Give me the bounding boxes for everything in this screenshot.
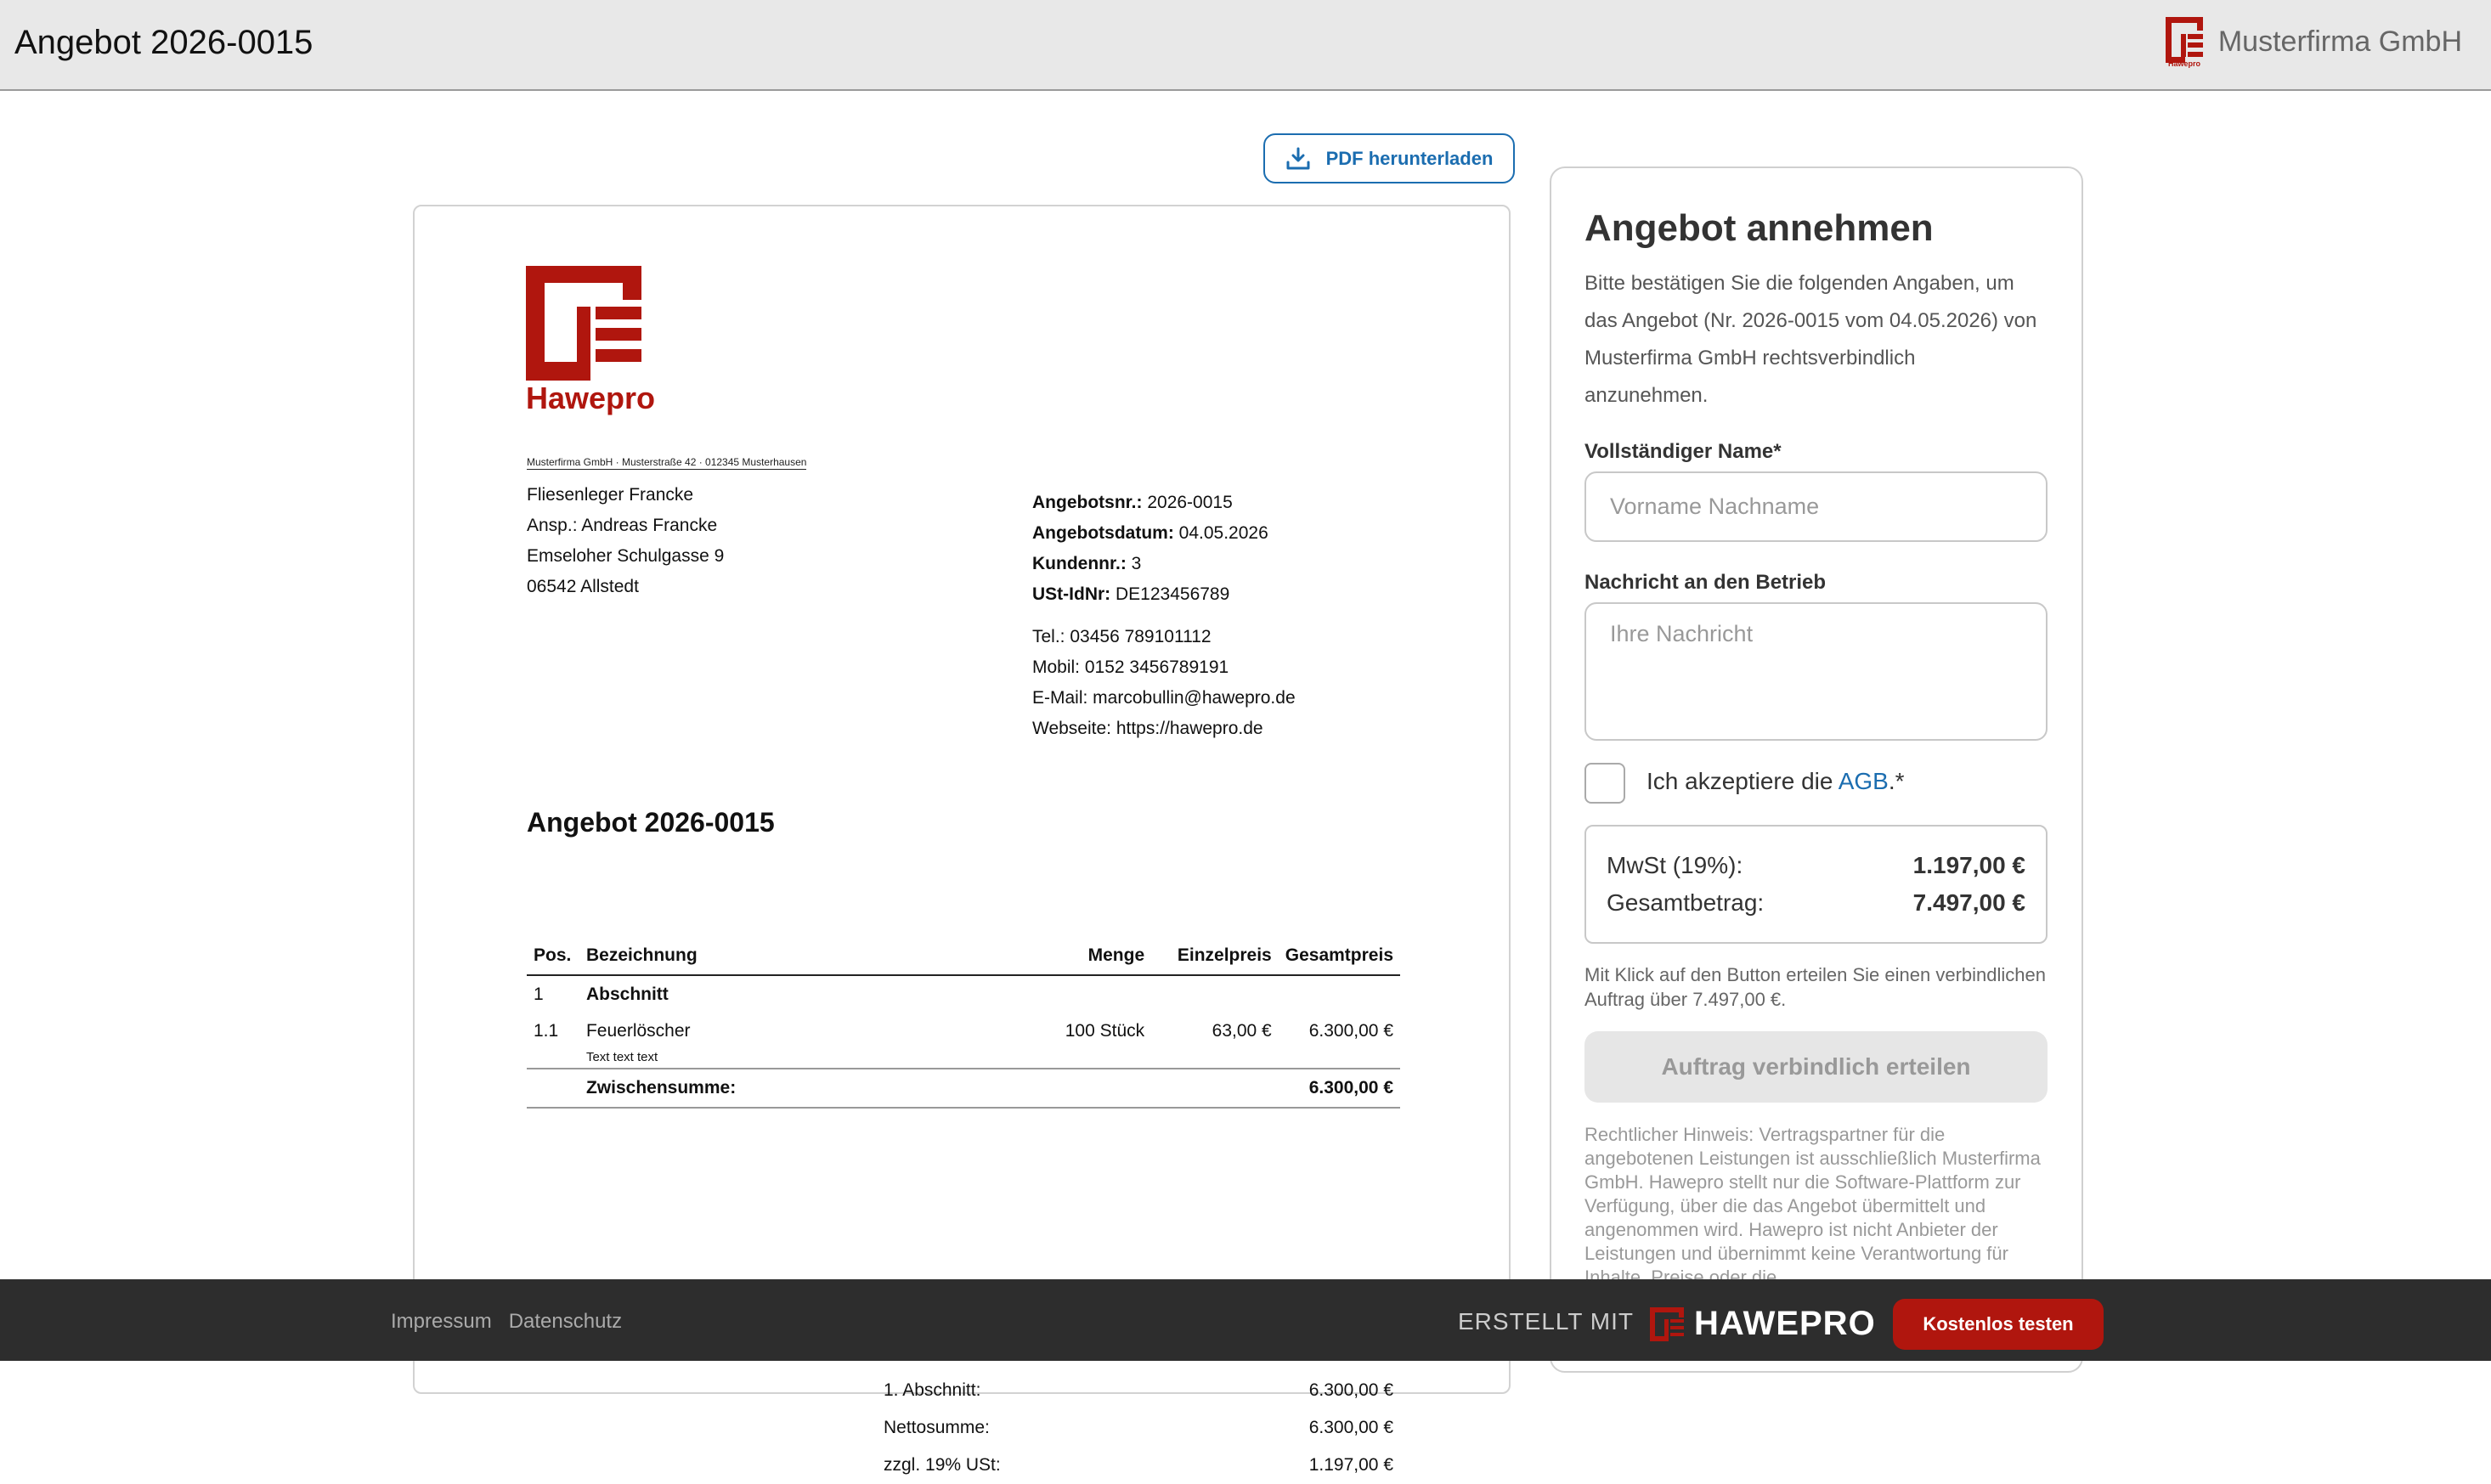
recipient-address: Fliesenleger Francke Ansp.: Andreas Fran… <box>527 480 724 602</box>
row-pos: 1 <box>534 984 544 1004</box>
message-label: Nachricht an den Betrieb <box>1584 571 1827 594</box>
datenschutz-link[interactable]: Datenschutz <box>509 1310 622 1334</box>
row-pos: 1.1 <box>534 1021 559 1041</box>
meta-label: Angebotsnr.: <box>1032 493 1143 512</box>
meta-label: Kundennr.: <box>1032 554 1127 573</box>
contact-line: Tel.: 03456 789101112 <box>1032 627 1212 646</box>
col-header-total-price: Gesamtpreis <box>1278 937 1400 976</box>
total-row: Gesamtbetrag: 7.497,00 € <box>1607 884 2025 922</box>
subtotal-value: 6.300,00 € <box>1278 1068 1400 1109</box>
totals-value: 6.300,00 € <box>1308 1380 1393 1400</box>
submit-order-button[interactable]: Auftrag verbindlich erteilen <box>1584 1031 2048 1103</box>
agb-suffix: .* <box>1888 768 1905 794</box>
meta-row: Angebotsdatum: 04.05.2026 <box>1032 518 1268 549</box>
vat-value: 1.197,00 € <box>1912 852 2025 878</box>
totals-value: 6.300,00 € <box>1308 1418 1393 1437</box>
company-brand: Hawepro Musterfirma GmbH <box>2162 15 2462 68</box>
offer-meta: Angebotsnr.: 2026-0015 Angebotsdatum: 04… <box>1032 488 1268 610</box>
totals-label: 1. Abschnitt: <box>884 1380 981 1400</box>
col-header-unit-price: Einzelpreis <box>1151 937 1279 976</box>
recipient-line: Fliesenleger Francke <box>527 485 694 505</box>
meta-value: 04.05.2026 <box>1178 523 1268 543</box>
totals-row: Nettosumme: 6.300,00 € <box>884 1409 1400 1447</box>
footer-links: Impressum Datenschutz <box>391 1310 622 1334</box>
vat-row: MwSt (19%): 1.197,00 € <box>1607 847 2025 884</box>
accept-offer-panel: Angebot annehmen Bitte bestätigen Sie di… <box>1550 166 2083 1373</box>
contact-line: Webseite: https://hawepro.de <box>1032 719 1263 738</box>
name-label: Vollständiger Name* <box>1584 440 1782 463</box>
binding-order-notice: Mit Klick auf den Button erteilen Sie ei… <box>1584 964 2046 1010</box>
sender-line: Musterfirma GmbH · Musterstraße 42 · 012… <box>527 456 807 470</box>
download-icon <box>1286 147 1310 169</box>
hawepro-logo-icon <box>526 266 641 381</box>
totals-block: 1. Abschnitt: 6.300,00 € Nettosumme: 6.300… <box>884 1372 1400 1484</box>
panel-intro: Bitte bestätigen Sie die folgenden Angab… <box>1584 272 2037 407</box>
meta-row: Kundennr.: 3 <box>1032 549 1268 579</box>
contact-line: E-Mail: marcobullin@hawepro.de <box>1032 688 1296 708</box>
row-unit-price: 63,00 € <box>1212 1021 1272 1041</box>
total-value: 7.497,00 € <box>1912 889 2025 916</box>
row-qty: 100 Stück <box>1065 1021 1145 1041</box>
totals-row: 1. Abschnitt: 6.300,00 € <box>884 1372 1400 1409</box>
row-total-price: 6.300,00 € <box>1308 1021 1393 1041</box>
footer: Impressum Datenschutz ERSTELLT MIT HAWEP… <box>0 1279 2491 1361</box>
subtotal-row: Zwischensumme: 6.300,00 € <box>527 1068 1400 1109</box>
page-title: Angebot 2026-0015 <box>14 24 313 61</box>
row-note: Text text text <box>585 1050 658 1064</box>
totals-label: Nettosumme: <box>884 1418 990 1437</box>
table-row-note: Text text text <box>527 1050 1400 1069</box>
vat-label: MwSt (19%): <box>1607 852 1743 878</box>
col-header-pos: Pos. <box>527 937 579 976</box>
table-row: 1 Abschnitt <box>527 975 1400 1013</box>
meta-value: 2026-0015 <box>1147 493 1233 512</box>
made-with-label: ERSTELLT MIT <box>1458 1308 1635 1334</box>
col-header-qty: Menge <box>1016 937 1152 976</box>
company-name: Musterfirma GmbH <box>2217 25 2462 58</box>
hawepro-footer-wordmark: HAWEPRO <box>1694 1305 1876 1342</box>
hawepro-footer-brand[interactable]: HAWEPRO <box>1650 1305 1876 1343</box>
meta-value: 3 <box>1131 554 1142 573</box>
contact-line: Mobil: 0152 3456789191 <box>1032 657 1229 677</box>
pdf-download-label: PDF herunterladen <box>1325 147 1494 169</box>
totals-row: zzgl. 19% USt: 1.197,00 € <box>884 1447 1400 1484</box>
company-logo-caption: Hawepro <box>2168 59 2201 68</box>
row-desc: Feuerlöscher <box>585 1021 691 1041</box>
positions-table: Pos. Bezeichnung Menge Einzelpreis Gesam… <box>527 937 1400 1109</box>
offer-document: Hawepro Musterfirma GmbH · Musterstraße … <box>413 205 1511 1475</box>
top-bar: Angebot 2026-0015 Hawepro Musterfirma Gm… <box>0 0 2491 91</box>
row-desc: Abschnitt <box>585 984 669 1004</box>
recipient-line: 06542 Allstedt <box>527 577 639 596</box>
total-label: Gesamtbetrag: <box>1607 889 1765 916</box>
company-logo-icon: Hawepro <box>2165 17 2203 68</box>
table-row: 1.1 Feuerlöscher 100 Stück 63,00 € 6.300… <box>527 1013 1400 1050</box>
logo-wordmark: Hawepro <box>526 381 656 415</box>
document-title: Angebot 2026-0015 <box>527 807 775 838</box>
recipient-line: Emseloher Schulgasse 9 <box>527 546 725 566</box>
free-trial-button[interactable]: Kostenlos testen <box>1893 1299 2104 1350</box>
full-name-input[interactable] <box>1584 471 2048 542</box>
agb-checkbox[interactable] <box>1584 763 1625 804</box>
subtotal-label: Zwischensumme: <box>579 1068 1017 1109</box>
recipient-line: Ansp.: Andreas Francke <box>527 516 718 535</box>
meta-label: Angebotsdatum: <box>1032 523 1174 543</box>
panel-title: Angebot annehmen <box>1584 207 1934 249</box>
impressum-link[interactable]: Impressum <box>391 1310 492 1334</box>
agb-checkbox-label: Ich akzeptiere die AGB.* <box>1647 768 1905 795</box>
table-header-row: Pos. Bezeichnung Menge Einzelpreis Gesam… <box>527 937 1400 976</box>
meta-row: Angebotsnr.: 2026-0015 <box>1032 488 1268 518</box>
agb-link[interactable]: AGB <box>1839 768 1889 794</box>
sender-contact: Tel.: 03456 789101112 Mobil: 0152 345678… <box>1032 622 1296 744</box>
legal-notice: Rechtlicher Hinweis: Vertragspartner für… <box>1584 1124 2041 1288</box>
col-header-desc: Bezeichnung <box>579 937 1017 976</box>
message-textarea[interactable] <box>1584 602 2048 741</box>
pdf-download-button[interactable]: PDF herunterladen <box>1263 133 1515 183</box>
hawepro-footer-logo-icon <box>1650 1306 1684 1341</box>
amount-summary: MwSt (19%): 1.197,00 € Gesamtbetrag: 7.497… <box>1584 825 2048 944</box>
totals-label: zzgl. 19% USt: <box>884 1455 1001 1475</box>
meta-label: USt-IdNr: <box>1032 584 1111 604</box>
totals-value: 1.197,00 € <box>1308 1455 1393 1475</box>
agb-prefix: Ich akzeptiere die <box>1647 768 1839 794</box>
meta-row: USt-IdNr: DE123456789 <box>1032 579 1268 610</box>
meta-value: DE123456789 <box>1116 584 1230 604</box>
